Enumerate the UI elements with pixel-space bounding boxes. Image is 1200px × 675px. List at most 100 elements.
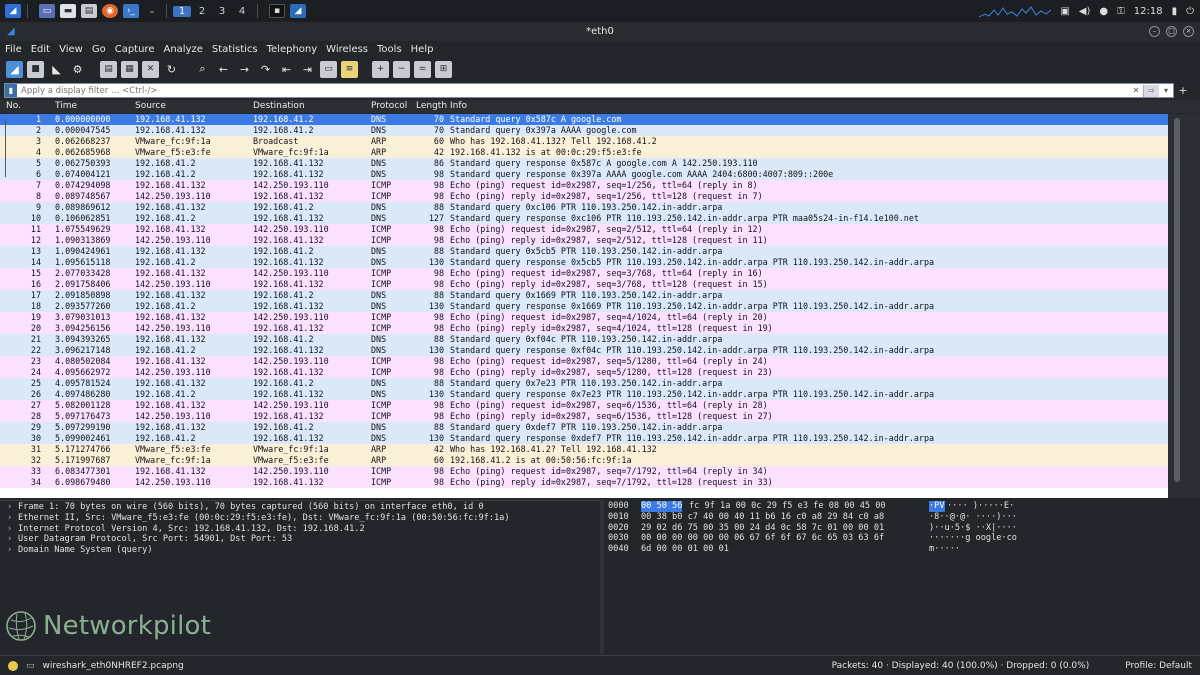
col-length[interactable]: Length xyxy=(416,101,447,111)
status-profile[interactable]: Profile: Default xyxy=(1125,661,1192,671)
hex-row[interactable]: 0000 00 50 56 fc 9f 1a 00 0c 29 f5 e3 fe 0… xyxy=(604,501,1200,512)
chevron-down-icon[interactable]: ⌄ xyxy=(144,4,160,18)
autoscroll-icon[interactable]: ▭ xyxy=(320,60,337,78)
hex-row[interactable]: 0030 00 00 00 00 00 00 06 67 6f 6f 67 6c … xyxy=(604,533,1200,544)
packet-row[interactable]: 13 1.090424961 192.168.41.132 192.168.41.2 D… xyxy=(0,246,1168,257)
detail-tree-item[interactable]: › Ethernet II, Src: VMware_f5:e3:fe (00:0… xyxy=(0,513,600,524)
zoom-out-icon[interactable]: − xyxy=(393,60,410,78)
hex-row[interactable]: 0020 29 02 d6 75 00 35 00 24 d4 0c 58 7c … xyxy=(604,523,1200,534)
menu-tools[interactable]: Tools xyxy=(372,44,406,55)
packet-row[interactable]: 15 2.077033428 192.168.41.132 142.250.193.1… xyxy=(0,268,1168,279)
filter-history-chevron-icon[interactable]: ▾ xyxy=(1159,85,1173,97)
packet-row[interactable]: 23 4.080502084 192.168.41.132 142.250.193.1… xyxy=(0,356,1168,367)
kali-menu-icon[interactable]: ◢ xyxy=(5,4,21,18)
colorize-icon[interactable]: ≡ xyxy=(341,60,358,78)
col-protocol[interactable]: Protocol xyxy=(371,101,407,111)
packet-row[interactable]: 11 1.075549629 192.168.41.132 142.250.193.1… xyxy=(0,224,1168,235)
packet-row[interactable]: 19 3.079031013 192.168.41.132 142.250.193.1… xyxy=(0,312,1168,323)
apply-filter-button[interactable]: ⇨ xyxy=(1143,84,1159,97)
packet-row[interactable]: 7 0.074294098 192.168.41.132 142.250.193.11… xyxy=(0,180,1168,191)
display-filter-input[interactable] xyxy=(17,84,1129,97)
packet-list-scroll-thumb[interactable] xyxy=(1174,118,1180,482)
packet-row[interactable]: 4 0.062685968 VMware_f5:e3:fe VMware_fc:9f:… xyxy=(0,147,1168,158)
menu-analyze[interactable]: Analyze xyxy=(158,44,206,55)
packet-row[interactable]: 30 5.099002461 192.168.41.2 192.168.41.132 D… xyxy=(0,433,1168,444)
packet-row[interactable]: 27 5.082001128 192.168.41.132 142.250.193.1… xyxy=(0,400,1168,411)
packet-row[interactable]: 17 2.091850898 192.168.41.132 192.168.41.2 D… xyxy=(0,290,1168,301)
hex-row[interactable]: 0040 6d 00 00 01 00 01 m····· xyxy=(604,544,1200,555)
expand-chevron-icon[interactable]: › xyxy=(7,534,18,545)
capture-file-icon[interactable]: ▭ xyxy=(26,661,35,671)
zoom-in-icon[interactable]: + xyxy=(372,60,389,78)
workspace-2[interactable]: 2 xyxy=(193,6,211,17)
lock-icon[interactable]: ⚿ xyxy=(1117,6,1125,17)
minimize-button[interactable]: – xyxy=(1149,26,1160,37)
packet-row[interactable]: 14 1.095615118 192.168.41.2 192.168.41.132 D… xyxy=(0,257,1168,268)
display-icon[interactable]: ▣ xyxy=(1060,6,1069,17)
stop-square-icon[interactable]: ■ xyxy=(27,60,44,78)
open-folder-icon[interactable]: ▤ xyxy=(100,60,117,78)
terminal-window-icon[interactable]: ▪ xyxy=(269,4,285,18)
go-to-packet-icon[interactable]: ↷ xyxy=(257,61,274,78)
clock[interactable]: 12:18 xyxy=(1134,6,1163,17)
packet-list-scrollbar[interactable] xyxy=(1168,114,1200,498)
col-info[interactable]: Info xyxy=(450,101,467,111)
last-packet-icon[interactable]: ⇥ xyxy=(299,61,316,78)
menu-file[interactable]: File xyxy=(0,44,26,55)
go-back-icon[interactable]: ← xyxy=(215,61,232,78)
expand-chevron-icon[interactable]: › xyxy=(7,545,18,556)
wireshark-window-icon[interactable]: ◢ xyxy=(290,4,306,18)
packet-row[interactable]: 22 3.096217148 192.168.41.2 192.168.41.132 D… xyxy=(0,345,1168,356)
find-icon[interactable]: ⌕ xyxy=(194,61,211,78)
lock-screen-icon[interactable]: ▮ xyxy=(1172,6,1178,17)
packet-row[interactable]: 31 5.171274766 VMware_f5:e3:fe VMware_fc:9f… xyxy=(0,444,1168,455)
terminal-icon[interactable]: ›_ xyxy=(123,4,139,18)
packet-row[interactable]: 33 6.083477301 192.168.41.132 142.250.193.1… xyxy=(0,466,1168,477)
workspace-3[interactable]: 3 xyxy=(213,6,231,17)
packet-row[interactable]: 28 5.097176473 142.250.193.110 192.168.41.1… xyxy=(0,411,1168,422)
reload-icon[interactable]: ↻ xyxy=(163,61,180,78)
expand-chevron-icon[interactable]: › xyxy=(7,513,18,524)
packet-row[interactable]: 3 0.062668237 VMware_fc:9f:1a Broadcast ARP 6… xyxy=(0,136,1168,147)
menu-edit[interactable]: Edit xyxy=(26,44,54,55)
hex-row[interactable]: 0010 00 38 b0 c7 40 00 40 11 b6 16 c0 a8 … xyxy=(604,512,1200,523)
packet-row[interactable]: 9 0.089869612 192.168.41.132 192.168.41.2 DN… xyxy=(0,202,1168,213)
packet-list[interactable]: 1 0.000000000 192.168.41.132 192.168.41.2 DN… xyxy=(0,114,1168,498)
menu-help[interactable]: Help xyxy=(406,44,438,55)
close-button[interactable]: × xyxy=(1183,26,1194,37)
menu-capture[interactable]: Capture xyxy=(110,44,159,55)
desktop-icon[interactable]: ▭ xyxy=(39,4,55,18)
maximize-button[interactable]: □ xyxy=(1166,26,1177,37)
packet-row[interactable]: 2 0.000047545 192.168.41.132 192.168.41.2 DN… xyxy=(0,125,1168,136)
menu-statistics[interactable]: Statistics xyxy=(207,44,262,55)
volume-icon[interactable]: ◀) xyxy=(1079,6,1091,17)
packet-row[interactable]: 12 1.090313869 142.250.193.110 192.168.41.1… xyxy=(0,235,1168,246)
bookmark-icon[interactable]: ▮ xyxy=(5,84,17,97)
col-time[interactable]: Time xyxy=(55,101,77,111)
options-gear-icon[interactable]: ⚙ xyxy=(69,61,86,78)
packet-row[interactable]: 1 0.000000000 192.168.41.132 192.168.41.2 DN… xyxy=(0,114,1168,125)
restart-fin-icon[interactable]: ◣ xyxy=(48,61,65,78)
col-no[interactable]: No. xyxy=(6,101,21,111)
menu-go[interactable]: Go xyxy=(87,44,110,55)
packet-row[interactable]: 10 0.106062851 192.168.41.2 192.168.41.132 D… xyxy=(0,213,1168,224)
terminal-folder-icon[interactable]: ▤ xyxy=(81,4,97,18)
packet-row[interactable]: 26 4.097486280 192.168.41.2 192.168.41.132 D… xyxy=(0,389,1168,400)
go-forward-icon[interactable]: → xyxy=(236,61,253,78)
close-file-icon[interactable]: ✕ xyxy=(142,60,159,78)
packet-row[interactable]: 21 3.094393265 192.168.41.132 192.168.41.2 D… xyxy=(0,334,1168,345)
detail-tree-item[interactable]: › User Datagram Protocol, Src Port: 54901… xyxy=(0,534,600,545)
packet-row[interactable]: 29 5.097299190 192.168.41.132 192.168.41.2 D… xyxy=(0,422,1168,433)
menu-telephony[interactable]: Telephony xyxy=(262,44,322,55)
clear-filter-icon[interactable]: ✕ xyxy=(1129,85,1143,97)
shark-fin-start-icon[interactable]: ◢ xyxy=(6,60,23,78)
files-icon[interactable]: ▬ xyxy=(60,4,76,18)
window-titlebar[interactable]: ◢ *eth0 – □ × xyxy=(0,22,1200,41)
packet-row[interactable]: 25 4.095781524 192.168.41.132 192.168.41.2 D… xyxy=(0,378,1168,389)
normal-size-icon[interactable]: = xyxy=(414,60,431,78)
firefox-icon[interactable]: ◉ xyxy=(102,4,118,18)
packet-row[interactable]: 16 2.091758406 142.250.193.110 192.168.41.1… xyxy=(0,279,1168,290)
expert-info-icon[interactable] xyxy=(8,660,18,671)
workspace-4[interactable]: 4 xyxy=(233,6,251,17)
save-file-icon[interactable]: ▦ xyxy=(121,60,138,78)
